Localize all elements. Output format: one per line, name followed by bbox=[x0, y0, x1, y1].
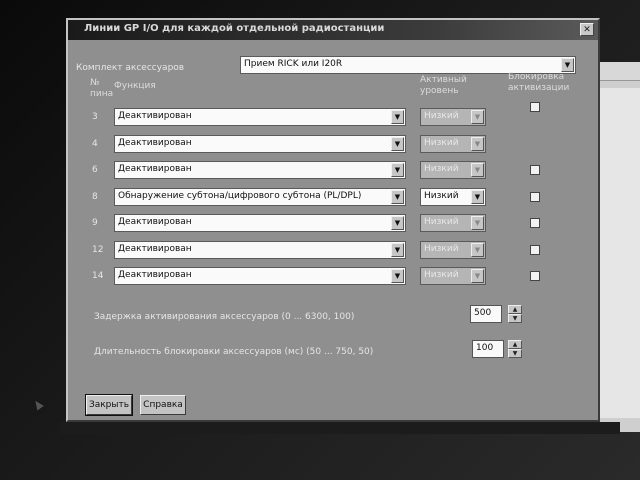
lock-checkbox[interactable] bbox=[530, 102, 540, 112]
function-value: Деактивирован bbox=[118, 244, 192, 254]
function-value: Деактивирован bbox=[118, 217, 192, 227]
header-lock-line2: активизации bbox=[508, 83, 570, 93]
close-button[interactable]: Закрыть bbox=[85, 394, 133, 416]
chevron-down-icon: ▼ bbox=[471, 137, 484, 151]
pin-number: 4 bbox=[92, 139, 98, 149]
lock-checkbox[interactable] bbox=[530, 271, 540, 281]
function-value: Деактивирован bbox=[118, 111, 192, 121]
active-level-select: Низкий ▼ bbox=[420, 135, 486, 153]
active-level-select: Низкий ▼ bbox=[420, 108, 486, 126]
active-level-select: Низкий ▼ bbox=[420, 161, 486, 179]
active-level-value: Низкий bbox=[424, 217, 459, 227]
lock-checkbox[interactable] bbox=[530, 192, 540, 202]
function-value: Деактивирован bbox=[118, 270, 192, 280]
active-level-select[interactable]: Низкий ▼ bbox=[420, 188, 486, 206]
header-active-line2: уровень bbox=[420, 86, 459, 96]
function-select[interactable]: Деактивирован ▼ bbox=[114, 214, 406, 232]
function-value: Деактивирован bbox=[118, 138, 192, 148]
pin-number: 12 bbox=[92, 245, 104, 255]
dialog-title: Линии GP I/O для каждой отдельной радиос… bbox=[84, 23, 385, 34]
spin-down-icon[interactable]: ▼ bbox=[508, 349, 522, 358]
delay-input[interactable]: 500 bbox=[470, 305, 502, 323]
dialog-titlebar[interactable]: Линии GP I/O для каждой отдельной радиос… bbox=[68, 20, 598, 40]
function-select[interactable]: Обнаружение субтона/цифрового субтона (P… bbox=[114, 188, 406, 206]
active-level-value: Низкий bbox=[424, 138, 459, 148]
pin-number: 6 bbox=[92, 165, 98, 175]
chevron-down-icon[interactable]: ▼ bbox=[391, 163, 404, 177]
chevron-down-icon: ▼ bbox=[471, 110, 484, 124]
chevron-down-icon[interactable]: ▼ bbox=[391, 243, 404, 257]
chevron-down-icon[interactable]: ▼ bbox=[391, 216, 404, 230]
pin-number: 3 bbox=[92, 112, 98, 122]
chevron-down-icon: ▼ bbox=[471, 163, 484, 177]
active-level-value: Низкий bbox=[424, 191, 459, 201]
header-active-line1: Активный bbox=[420, 75, 467, 85]
chevron-down-icon[interactable]: ▼ bbox=[391, 110, 404, 124]
header-pin-line2: пина bbox=[90, 89, 114, 99]
active-level-select: Низкий ▼ bbox=[420, 267, 486, 285]
chevron-down-icon[interactable]: ▼ bbox=[471, 190, 484, 204]
header-function: Функция bbox=[114, 81, 156, 91]
function-select[interactable]: Деактивирован ▼ bbox=[114, 108, 406, 126]
lock-duration-spinner[interactable]: ▲ ▼ bbox=[508, 340, 522, 358]
active-level-value: Низкий bbox=[424, 111, 459, 121]
function-select[interactable]: Деактивирован ▼ bbox=[114, 241, 406, 259]
delay-spinner[interactable]: ▲ ▼ bbox=[508, 305, 522, 323]
header-lock-line1: Блокировка bbox=[508, 72, 565, 82]
spin-up-icon[interactable]: ▲ bbox=[508, 305, 522, 314]
chevron-down-icon: ▼ bbox=[471, 216, 484, 230]
header-active-level: Активный уровень bbox=[420, 75, 467, 97]
function-select[interactable]: Деактивирован ▼ bbox=[114, 135, 406, 153]
lock-checkbox[interactable] bbox=[530, 245, 540, 255]
active-level-value: Низкий bbox=[424, 244, 459, 254]
chevron-down-icon[interactable]: ▼ bbox=[391, 137, 404, 151]
accessory-kit-label: Комплект аксессуаров bbox=[76, 63, 185, 73]
pin-number: 9 bbox=[92, 218, 98, 228]
lock-checkbox[interactable] bbox=[530, 165, 540, 175]
header-pin: № пина bbox=[90, 78, 113, 100]
header-lock: Блокировка активизации bbox=[508, 72, 569, 94]
pin-number: 14 bbox=[92, 271, 104, 281]
accessory-kit-value: Прием RICK или I20R bbox=[244, 59, 343, 69]
header-pin-line1: № bbox=[90, 78, 100, 88]
chevron-down-icon: ▼ bbox=[471, 269, 484, 283]
function-select[interactable]: Деактивирован ▼ bbox=[114, 161, 406, 179]
active-level-value: Низкий bbox=[424, 164, 459, 174]
delay-label: Задержка активирования аксессуаров (0 ..… bbox=[94, 312, 355, 322]
help-button[interactable]: Справка bbox=[140, 395, 186, 415]
chevron-down-icon[interactable]: ▼ bbox=[561, 58, 574, 72]
active-level-select: Низкий ▼ bbox=[420, 241, 486, 259]
function-value: Деактивирован bbox=[118, 164, 192, 174]
lock-duration-input[interactable]: 100 bbox=[472, 340, 504, 358]
chevron-down-icon[interactable]: ▼ bbox=[391, 269, 404, 283]
active-level-value: Низкий bbox=[424, 270, 459, 280]
lock-checkbox[interactable] bbox=[530, 218, 540, 228]
function-value: Обнаружение субтона/цифрового субтона (P… bbox=[118, 191, 362, 201]
taskbar-shadow bbox=[60, 422, 620, 434]
chevron-down-icon[interactable]: ▼ bbox=[391, 190, 404, 204]
active-level-select: Низкий ▼ bbox=[420, 214, 486, 232]
spin-down-icon[interactable]: ▼ bbox=[508, 314, 522, 323]
pin-number: 8 bbox=[92, 192, 98, 202]
function-select[interactable]: Деактивирован ▼ bbox=[114, 267, 406, 285]
close-icon[interactable]: ✕ bbox=[580, 23, 594, 36]
gpio-dialog: Линии GP I/O для каждой отдельной радиос… bbox=[66, 18, 600, 422]
spin-up-icon[interactable]: ▲ bbox=[508, 340, 522, 349]
lock-duration-label: Длительность блокировки аксессуаров (мс)… bbox=[94, 347, 374, 357]
chevron-down-icon: ▼ bbox=[471, 243, 484, 257]
